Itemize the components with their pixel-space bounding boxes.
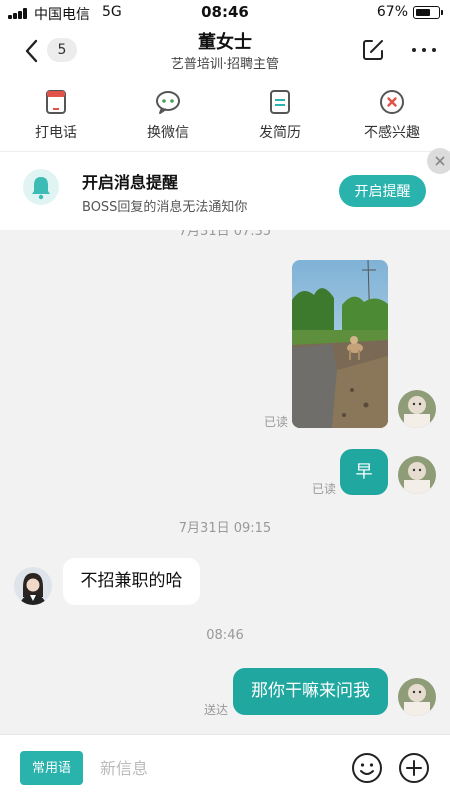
message-input[interactable] [100, 751, 330, 785]
avatar-image [398, 456, 436, 494]
not-interested-icon [380, 90, 404, 114]
more-icon[interactable] [410, 40, 438, 60]
status-bar: 中国电信 5G 08:46 67% [0, 0, 450, 26]
avatar-image [398, 390, 436, 428]
battery-icon [413, 6, 443, 19]
chat-area[interactable]: 7月31日 07:35 已读 早 已读 7月31日 09:15 不招兼职的哈 0… [0, 230, 450, 734]
notice-title: 开启消息提醒 [82, 173, 179, 192]
photo-image [292, 260, 388, 428]
close-icon[interactable] [427, 148, 450, 174]
wechat-label: 换微信 [147, 125, 189, 141]
resume-label: 发简历 [259, 125, 301, 141]
call-label: 打电话 [35, 125, 77, 141]
sent-message-bubble[interactable]: 那你干嘛来问我 [233, 668, 388, 715]
notice-description: BOSS回复的消息无法通知你 [82, 200, 248, 215]
chat-header: 5 董女士 艺普培训·招聘主管 [0, 26, 450, 76]
timestamp: 7月31日 07:35 [178, 230, 272, 239]
read-status: 已读 [312, 482, 337, 496]
common-phrases-button[interactable]: 常用语 [20, 751, 83, 785]
my-avatar[interactable] [398, 456, 436, 494]
delivery-status: 送达 [204, 703, 229, 717]
wechat-icon [156, 91, 180, 114]
phone-icon [46, 90, 66, 114]
quick-actions-bar: 打电话 换微信 发简历 不感兴趣 [0, 76, 450, 152]
contact-avatar[interactable] [14, 567, 52, 605]
enable-notifications-button[interactable]: 开启提醒 [339, 175, 426, 207]
my-avatar[interactable] [398, 390, 436, 428]
not-interested-action[interactable]: 不感兴趣 [336, 88, 448, 142]
edit-icon[interactable] [361, 38, 385, 62]
avatar-image [14, 567, 52, 605]
battery-percent: 67% [376, 4, 408, 20]
call-action[interactable]: 打电话 [0, 88, 112, 142]
emoji-icon[interactable] [351, 752, 383, 784]
plus-icon[interactable] [398, 752, 430, 784]
timestamp: 7月31日 09:15 [178, 521, 272, 536]
resume-action[interactable]: 发简历 [224, 88, 336, 142]
message-input-bar: 常用语 [0, 734, 450, 800]
notification-banner: 开启消息提醒 BOSS回复的消息无法通知你 开启提醒 [0, 148, 450, 230]
timestamp: 08:46 [206, 628, 244, 643]
received-message-bubble[interactable]: 不招兼职的哈 [63, 558, 200, 605]
sent-photo[interactable] [292, 260, 388, 428]
sent-message-bubble[interactable]: 早 [340, 449, 388, 495]
wechat-action[interactable]: 换微信 [112, 88, 224, 142]
my-avatar[interactable] [398, 678, 436, 716]
bell-icon [23, 169, 59, 205]
not-interested-label: 不感兴趣 [364, 125, 420, 141]
resume-icon [270, 90, 290, 114]
avatar-image [398, 678, 436, 716]
read-status: 已读 [264, 415, 289, 429]
